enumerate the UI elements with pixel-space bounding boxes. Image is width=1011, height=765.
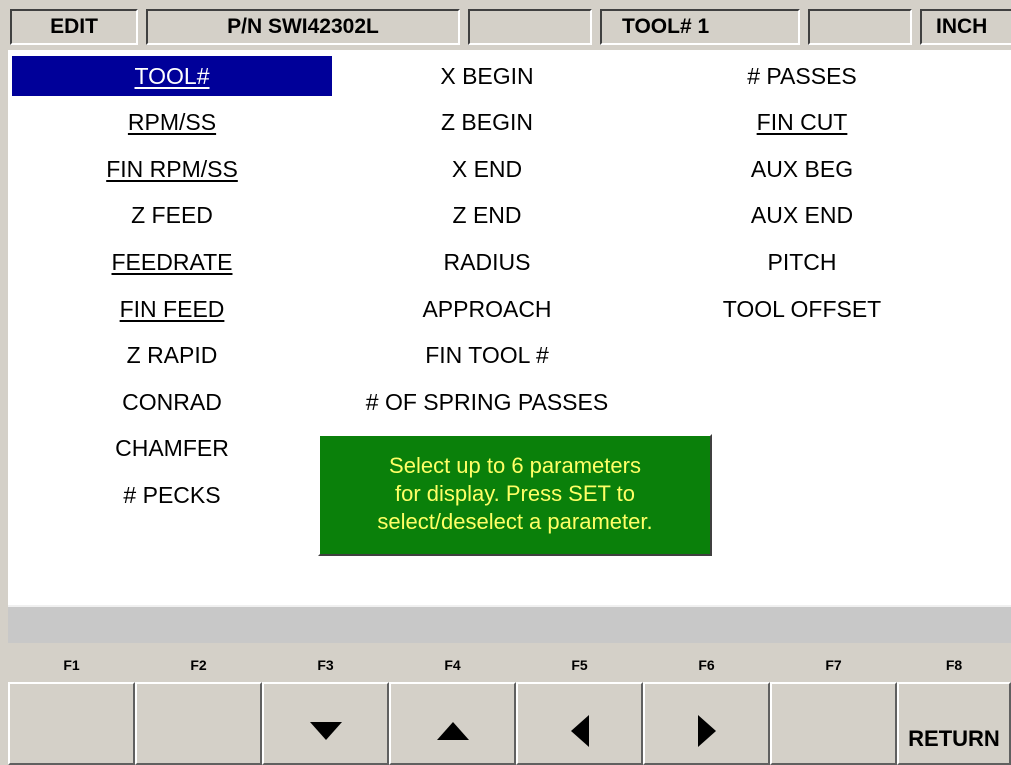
fkey-f7-button[interactable] bbox=[770, 682, 897, 765]
fkey-f8-text: RETURN bbox=[908, 725, 1000, 751]
units-field: INCH bbox=[920, 9, 1011, 45]
param-pitch[interactable]: PITCH bbox=[642, 242, 962, 282]
fkey-f5-button[interactable] bbox=[516, 682, 643, 765]
part-number-field: P/N SWI42302L bbox=[146, 9, 460, 45]
fkey-label-f1: F1 bbox=[63, 657, 80, 673]
tool-field: TOOL# 1 bbox=[600, 9, 800, 45]
param-conrad[interactable]: CONRAD bbox=[12, 382, 332, 422]
fkey-label-f6: F6 bbox=[698, 657, 715, 673]
param-pecks[interactable]: # PECKS bbox=[12, 475, 332, 515]
param-tool-offset[interactable]: TOOL OFFSET bbox=[642, 289, 962, 329]
param-z-begin[interactable]: Z BEGIN bbox=[332, 103, 642, 143]
param-rpm-ss[interactable]: RPM/SS bbox=[12, 103, 332, 143]
hint-line-2: for display. Press SET to bbox=[394, 481, 636, 506]
param-feedrate[interactable]: FEEDRATE bbox=[12, 242, 332, 282]
fkey-f8-button[interactable]: RETURN bbox=[897, 682, 1011, 765]
fkey-label-f3: F3 bbox=[317, 657, 334, 673]
param-passes[interactable]: # PASSES bbox=[642, 56, 962, 96]
arrow-right-icon bbox=[697, 714, 716, 747]
fkey-f4-button[interactable] bbox=[389, 682, 516, 765]
param-z-rapid[interactable]: Z RAPID bbox=[12, 336, 332, 376]
fkey-label-f5: F5 bbox=[571, 657, 588, 673]
status-field-5 bbox=[808, 9, 912, 45]
message-bar bbox=[8, 605, 1011, 643]
fkey-label-f7: F7 bbox=[825, 657, 842, 673]
fkey-label-f2: F2 bbox=[190, 657, 207, 673]
param-aux-end[interactable]: AUX END bbox=[642, 196, 962, 236]
param-chamfer[interactable]: CHAMFER bbox=[12, 429, 332, 469]
function-key-bar: RETURN bbox=[0, 682, 1011, 765]
param-tool[interactable]: TOOL# bbox=[12, 56, 332, 96]
status-field-3 bbox=[468, 9, 592, 45]
param-fin-tool[interactable]: FIN TOOL # bbox=[332, 336, 642, 376]
param-approach[interactable]: APPROACH bbox=[332, 289, 642, 329]
parameter-panel: TOOL# RPM/SS FIN RPM/SS Z FEED FEEDRATE FIN F… bbox=[8, 50, 1011, 605]
hint-line-3: select/deselect a parameter. bbox=[377, 509, 653, 534]
param-z-feed[interactable]: Z FEED bbox=[12, 196, 332, 236]
arrow-down-icon bbox=[309, 721, 342, 740]
param-fin-cut[interactable]: FIN CUT bbox=[642, 103, 962, 143]
arrow-left-icon bbox=[570, 714, 589, 747]
param-fin-rpm-ss[interactable]: FIN RPM/SS bbox=[12, 149, 332, 189]
cnc-screen: EDIT P/N SWI42302L TOOL# 1 INCH TOOL# RPM… bbox=[0, 0, 1011, 765]
fkey-f6-button[interactable] bbox=[643, 682, 770, 765]
param-radius[interactable]: RADIUS bbox=[332, 242, 642, 282]
hint-box: Select up to 6 parameters for display. P… bbox=[318, 434, 712, 556]
status-bar: EDIT P/N SWI42302L TOOL# 1 INCH bbox=[0, 0, 1011, 50]
fkey-f3-button[interactable] bbox=[262, 682, 389, 765]
hint-line-1: Select up to 6 parameters bbox=[389, 453, 641, 478]
param-of-spring-passes[interactable]: # OF SPRING PASSES bbox=[332, 382, 642, 422]
fkey-label-f8: F8 bbox=[945, 657, 963, 673]
param-x-end[interactable]: X END bbox=[332, 149, 642, 189]
mode-field: EDIT bbox=[10, 9, 138, 45]
param-aux-beg[interactable]: AUX BEG bbox=[642, 149, 962, 189]
fkey-f1-button[interactable] bbox=[8, 682, 135, 765]
fkey-f2-button[interactable] bbox=[135, 682, 262, 765]
fkey-label-f4: F4 bbox=[444, 657, 461, 673]
param-fin-feed[interactable]: FIN FEED bbox=[12, 289, 332, 329]
arrow-up-icon bbox=[436, 721, 469, 740]
param-x-begin[interactable]: X BEGIN bbox=[332, 56, 642, 96]
param-z-end[interactable]: Z END bbox=[332, 196, 642, 236]
function-key-labels: F1 F2 F3 F4 F5 F6 F7 F8 bbox=[0, 650, 1011, 680]
